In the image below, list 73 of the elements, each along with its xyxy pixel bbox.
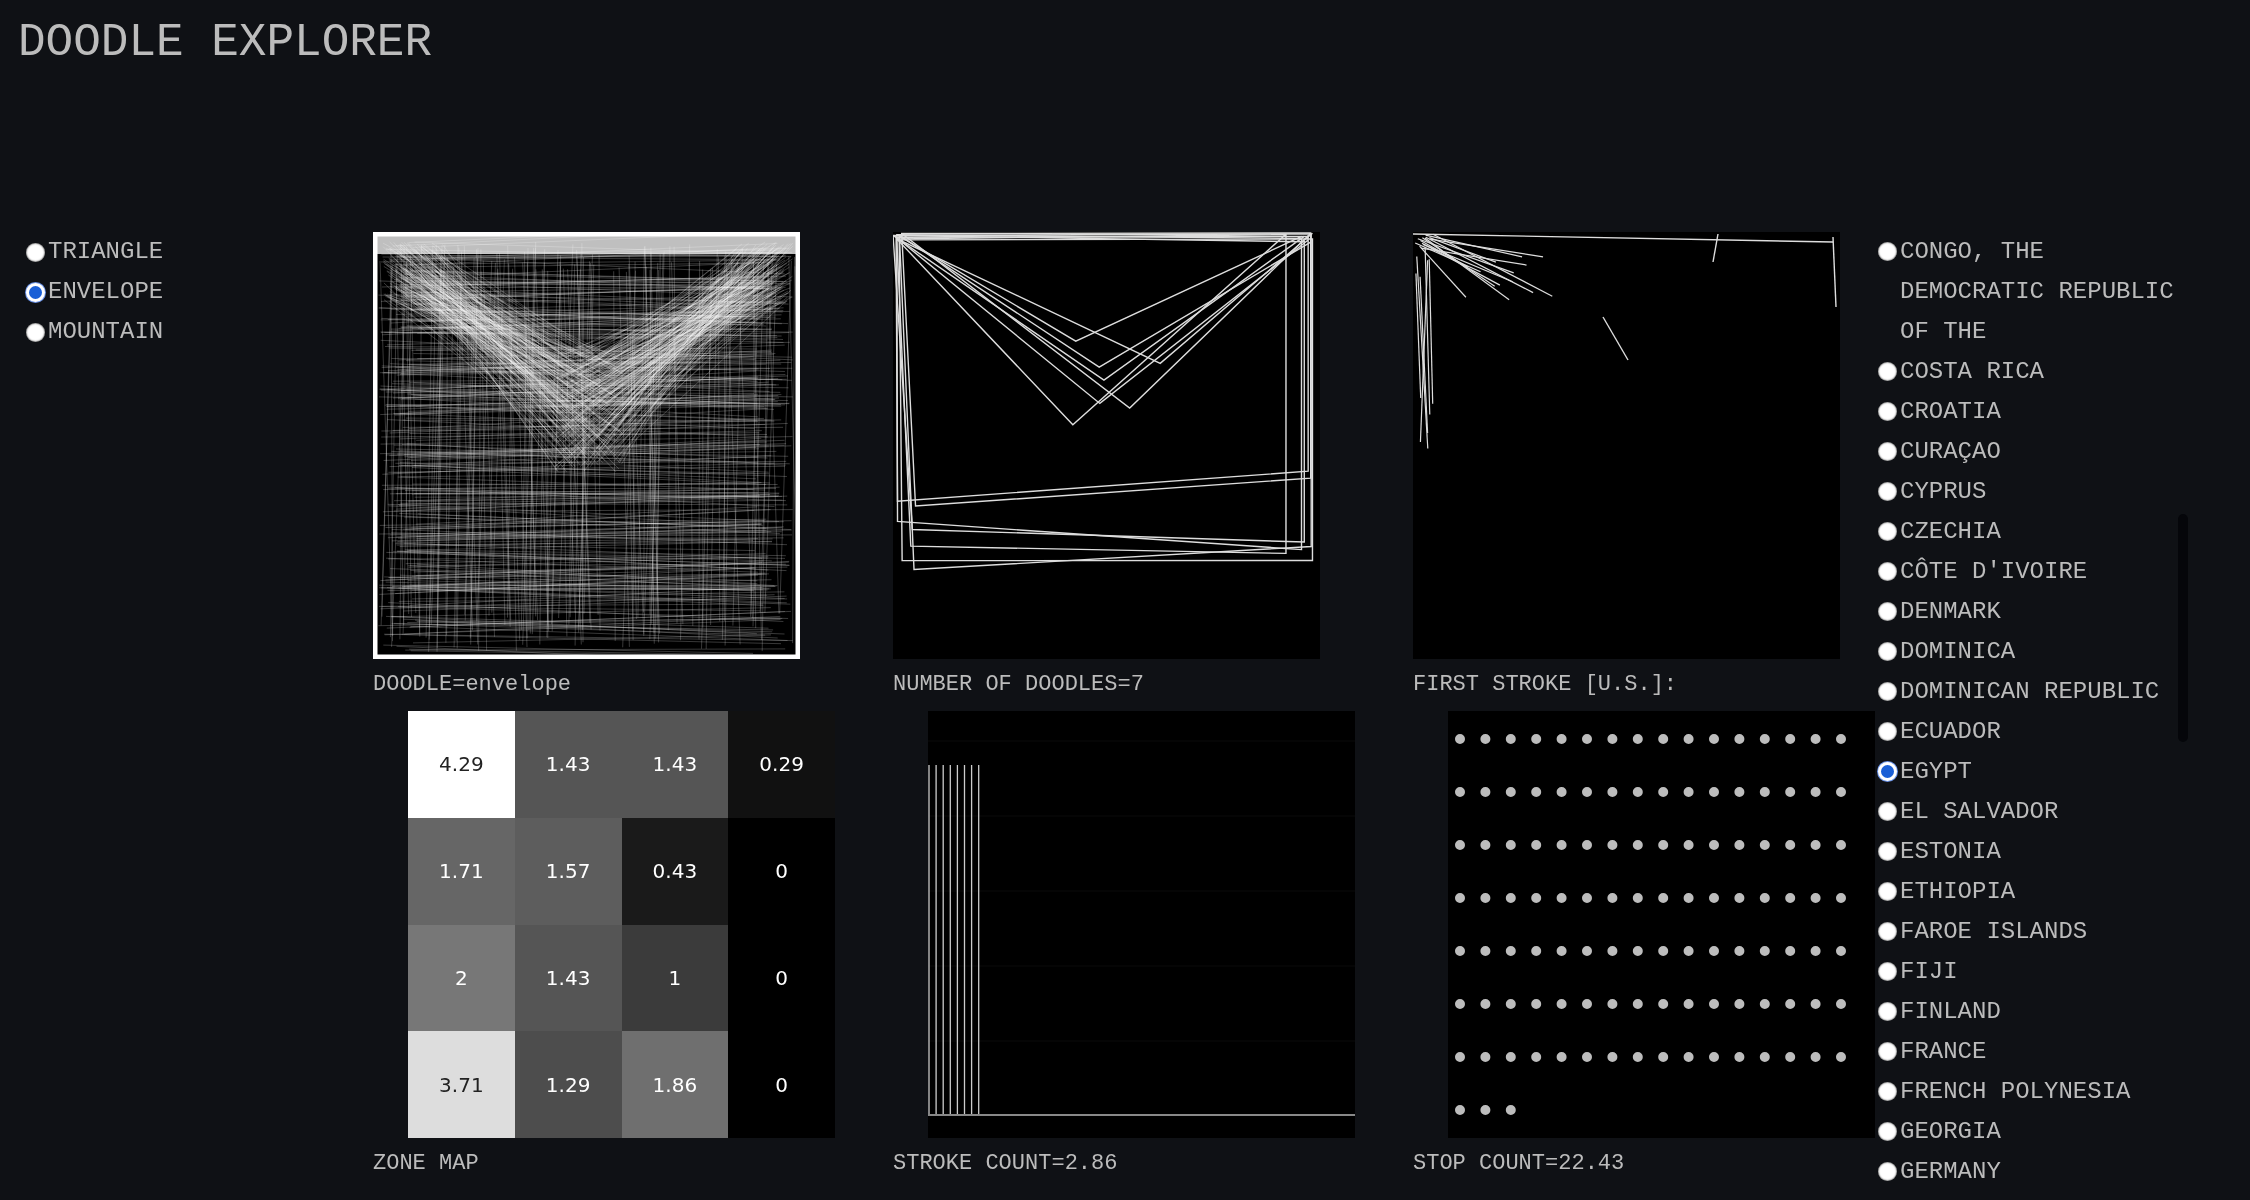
heatmap-cell: 0 xyxy=(728,817,835,925)
panel-caption: DOODLE=envelope xyxy=(373,671,573,699)
radio-button[interactable] xyxy=(1878,962,1897,981)
radio-button[interactable] xyxy=(1878,442,1897,461)
option-label[interactable]: FAROE ISLANDS xyxy=(1900,912,2088,952)
radio-button[interactable] xyxy=(1878,682,1897,701)
page-title: DOODLE EXPLORER xyxy=(17,16,434,66)
radio-button[interactable] xyxy=(26,322,45,342)
radio-button[interactable] xyxy=(1878,1122,1897,1141)
heatmap-cell: 1.43 xyxy=(621,711,729,818)
option-label[interactable]: GERMANY xyxy=(1900,1152,2001,1182)
option-label[interactable]: CONGO, THE DEMOCRATIC REPUBLIC OF THE xyxy=(1900,232,2190,352)
radio-button[interactable] xyxy=(1878,802,1897,821)
heatmap-cell: 1.86 xyxy=(621,1031,729,1138)
option-label[interactable]: TRIANGLE xyxy=(48,234,164,270)
option-label[interactable]: GEORGIA xyxy=(1900,1112,2001,1152)
radio-button[interactable] xyxy=(1878,722,1897,741)
heatmap-cell: 0 xyxy=(728,924,835,1032)
option-label[interactable]: ESTONIA xyxy=(1900,832,2001,872)
heatmap-cell: 0.43 xyxy=(621,817,729,925)
option-label[interactable]: EGYPT xyxy=(1900,752,1972,792)
option-label[interactable]: DOMINICAN REPUBLIC xyxy=(1900,672,2160,712)
heatmap-cell: 4.29 xyxy=(408,711,515,818)
heatmap-cell: 3.71 xyxy=(408,1031,515,1138)
option-label[interactable]: COSTA RICA xyxy=(1900,352,2045,392)
option-label[interactable]: EL SALVADOR xyxy=(1900,792,2059,832)
option-label[interactable]: MOUNTAIN xyxy=(48,314,164,350)
panel-caption: NUMBER OF DOODLES=7 xyxy=(893,671,1145,699)
option-label[interactable]: CZECHIA xyxy=(1900,512,2001,552)
radio-button[interactable] xyxy=(26,282,45,302)
heatmap-cell: 1 xyxy=(621,924,729,1032)
option-label[interactable]: ETHIOPIA xyxy=(1900,872,2016,912)
radio-button[interactable] xyxy=(1878,1002,1897,1021)
option-label[interactable]: CYPRUS xyxy=(1900,472,1987,512)
radio-button[interactable] xyxy=(1878,1162,1897,1181)
radio-button[interactable] xyxy=(26,242,45,262)
radio-button[interactable] xyxy=(1878,882,1897,901)
panel-caption: ZONE MAP xyxy=(373,1150,480,1178)
heatmap-cell: 1.43 xyxy=(514,924,622,1032)
heatmap-cell: 0 xyxy=(728,1031,835,1138)
option-label[interactable]: CURAÇAO xyxy=(1900,432,2001,472)
heatmap-cell: 1.43 xyxy=(514,711,622,818)
option-label[interactable]: FIJI xyxy=(1900,952,1958,992)
option-label[interactable]: DOMINICA xyxy=(1900,632,2016,672)
heatmap-cell: 1.29 xyxy=(514,1031,622,1138)
heatmap-cell: 0.29 xyxy=(728,711,835,818)
radio-button[interactable] xyxy=(1878,522,1897,541)
panel-caption: STOP COUNT=22.43 xyxy=(1413,1150,1626,1178)
radio-button[interactable] xyxy=(1878,362,1897,381)
option-label[interactable]: ECUADOR xyxy=(1900,712,2001,752)
radio-button[interactable] xyxy=(1878,642,1897,661)
radio-button[interactable] xyxy=(1878,402,1897,421)
option-label[interactable]: DENMARK xyxy=(1900,592,2001,632)
option-label[interactable]: FRANCE xyxy=(1900,1032,1987,1072)
option-label[interactable]: CÔTE D'IVOIRE xyxy=(1900,552,2088,592)
radio-button[interactable] xyxy=(1878,562,1897,581)
radio-button[interactable] xyxy=(1878,922,1897,941)
option-label[interactable]: CROATIA xyxy=(1900,392,2001,432)
option-label[interactable]: ENVELOPE xyxy=(48,274,164,310)
radio-button[interactable] xyxy=(1878,602,1897,621)
heatmap-cell: 2 xyxy=(408,924,515,1032)
heatmap-cell: 1.71 xyxy=(408,817,515,925)
panel-caption: STROKE COUNT=2.86 xyxy=(893,1150,1119,1178)
radio-button[interactable] xyxy=(1878,842,1897,861)
radio-button[interactable] xyxy=(1878,242,1897,261)
option-label[interactable]: FRENCH POLYNESIA xyxy=(1900,1072,2131,1112)
radio-button[interactable] xyxy=(1878,1042,1897,1061)
panel-caption: FIRST STROKE [U.S.]: xyxy=(1413,671,1679,699)
heatmap-cell: 1.57 xyxy=(514,817,622,925)
radio-button[interactable] xyxy=(1878,1082,1897,1101)
radio-button[interactable] xyxy=(1878,762,1897,781)
option-label[interactable]: FINLAND xyxy=(1900,992,2001,1032)
radio-button[interactable] xyxy=(1878,482,1897,501)
